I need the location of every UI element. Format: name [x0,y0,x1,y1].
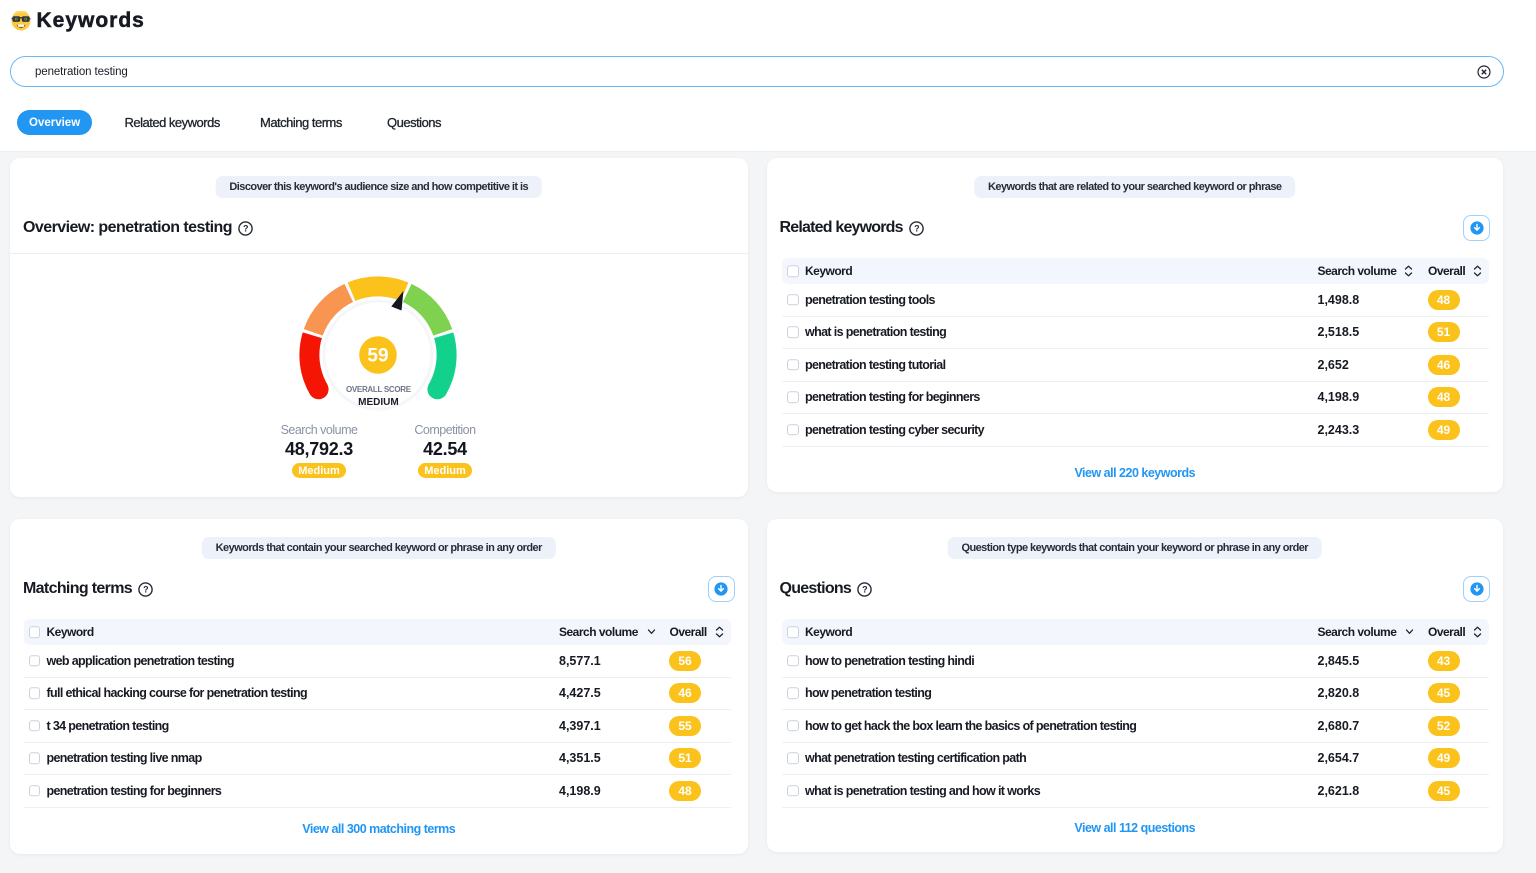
svg-text:?: ? [914,223,919,233]
svg-text:?: ? [143,584,148,594]
svg-text:?: ? [243,223,248,233]
svg-text:?: ? [862,584,867,594]
svg-text:59: 59 [368,345,389,366]
